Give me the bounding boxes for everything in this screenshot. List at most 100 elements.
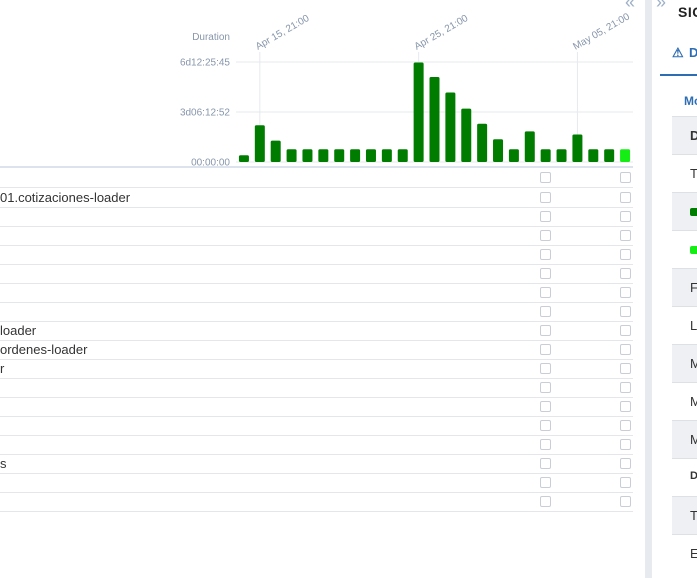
row-checkbox[interactable] <box>620 496 631 507</box>
bar <box>556 149 567 162</box>
double-chevron-right-icon[interactable]: « <box>625 0 641 11</box>
bar <box>365 149 376 162</box>
row-checkbox[interactable] <box>540 306 551 317</box>
table-row[interactable] <box>0 207 633 227</box>
bar <box>302 149 313 162</box>
detail-label: T <box>690 508 697 523</box>
row-checkbox[interactable] <box>540 192 551 203</box>
job-name: 01.cotizaciones-loader <box>0 190 131 205</box>
warning-icon: ⚠ <box>672 45 684 60</box>
row-checkbox[interactable] <box>540 477 551 488</box>
detail-label: M <box>690 432 697 447</box>
row-checkbox[interactable] <box>540 172 551 183</box>
side-panel: » SIC ⚠ D Mo D T F L M M M D T E <box>652 0 697 578</box>
double-chevron-right-icon[interactable]: » <box>656 0 666 11</box>
tab-details[interactable]: ⚠ D <box>660 38 697 76</box>
bar <box>350 149 361 162</box>
row-checkbox[interactable] <box>620 458 631 469</box>
detail-label: E <box>690 546 697 561</box>
table-row[interactable]: r <box>0 359 633 379</box>
row-checkbox[interactable] <box>540 458 551 469</box>
row-checkbox[interactable] <box>620 192 631 203</box>
row-checkbox[interactable] <box>540 268 551 279</box>
table-row[interactable] <box>0 226 633 246</box>
job-name: s <box>0 456 7 471</box>
detail-label: T <box>690 166 697 181</box>
row-checkbox[interactable] <box>540 287 551 298</box>
side-panel-title: SIC <box>678 4 697 20</box>
detail-row: D <box>672 116 697 155</box>
table-row[interactable] <box>0 397 633 417</box>
table-row[interactable] <box>0 283 633 303</box>
detail-row: E <box>672 534 697 573</box>
bar <box>604 149 615 162</box>
row-checkbox[interactable] <box>620 172 631 183</box>
row-checkbox[interactable] <box>620 401 631 412</box>
x-tick-label: May 05, 21:00 <box>571 11 632 52</box>
table-row[interactable] <box>0 416 633 436</box>
table-row[interactable] <box>0 168 633 188</box>
y-tick-label: 00:00:00 <box>191 158 230 167</box>
table-row[interactable] <box>0 264 633 284</box>
detail-label: L <box>690 318 697 333</box>
bar <box>508 149 519 162</box>
row-checkbox[interactable] <box>620 249 631 260</box>
bar <box>572 134 583 162</box>
y-tick-label: 6d12:25:45 <box>180 58 230 69</box>
row-checkbox[interactable] <box>540 211 551 222</box>
row-checkbox[interactable] <box>620 287 631 298</box>
bar <box>493 139 504 162</box>
detail-row: T <box>672 154 697 193</box>
row-checkbox[interactable] <box>620 439 631 450</box>
bar <box>238 155 249 162</box>
detail-label: M <box>690 394 697 409</box>
x-tick-label: Apr 15, 21:00 <box>254 13 312 53</box>
detail-row: M <box>672 382 697 421</box>
row-checkbox[interactable] <box>620 268 631 279</box>
table-row[interactable] <box>0 302 633 322</box>
bar <box>429 77 440 162</box>
bar <box>588 149 599 162</box>
duration-chart: 6d12:25:45 3d06:12:52 00:00:00 Duration Apr … <box>180 11 633 167</box>
detail-row <box>672 192 697 231</box>
table-row[interactable]: loader <box>0 321 633 341</box>
bar <box>445 92 456 162</box>
table-row[interactable]: s <box>0 454 633 474</box>
x-tick-label: Apr 25, 21:00 <box>413 13 471 53</box>
row-checkbox[interactable] <box>620 230 631 241</box>
table-row[interactable]: 01.cotizaciones-loader <box>0 188 633 208</box>
detail-row: M <box>672 420 697 459</box>
job-name: r <box>0 361 5 376</box>
legend-swatch <box>690 208 697 216</box>
y-axis-title: Duration <box>192 32 230 43</box>
row-checkbox[interactable] <box>540 401 551 412</box>
detail-row: D <box>672 458 697 497</box>
row-checkbox[interactable] <box>540 230 551 241</box>
bar <box>540 149 551 162</box>
row-checkbox[interactable] <box>540 363 551 374</box>
row-checkbox[interactable] <box>540 249 551 260</box>
row-checkbox[interactable] <box>620 306 631 317</box>
table-row[interactable] <box>0 473 633 493</box>
row-checkbox[interactable] <box>620 477 631 488</box>
detail-row: L <box>672 306 697 345</box>
detail-row <box>672 230 697 269</box>
row-checkbox[interactable] <box>540 344 551 355</box>
table-row[interactable] <box>0 492 633 512</box>
row-checkbox[interactable] <box>540 325 551 336</box>
row-checkbox[interactable] <box>620 344 631 355</box>
row-checkbox[interactable] <box>620 363 631 374</box>
row-checkbox[interactable] <box>620 420 631 431</box>
row-checkbox[interactable] <box>620 382 631 393</box>
table-row[interactable] <box>0 378 633 398</box>
row-checkbox[interactable] <box>620 211 631 222</box>
row-checkbox[interactable] <box>540 496 551 507</box>
table-row[interactable]: ordenes-loader <box>0 340 633 360</box>
table-row[interactable] <box>0 435 633 455</box>
row-checkbox[interactable] <box>540 382 551 393</box>
table-row[interactable] <box>0 245 633 265</box>
row-checkbox[interactable] <box>540 420 551 431</box>
panel-divider[interactable] <box>645 0 652 578</box>
row-checkbox[interactable] <box>620 325 631 336</box>
row-checkbox[interactable] <box>540 439 551 450</box>
